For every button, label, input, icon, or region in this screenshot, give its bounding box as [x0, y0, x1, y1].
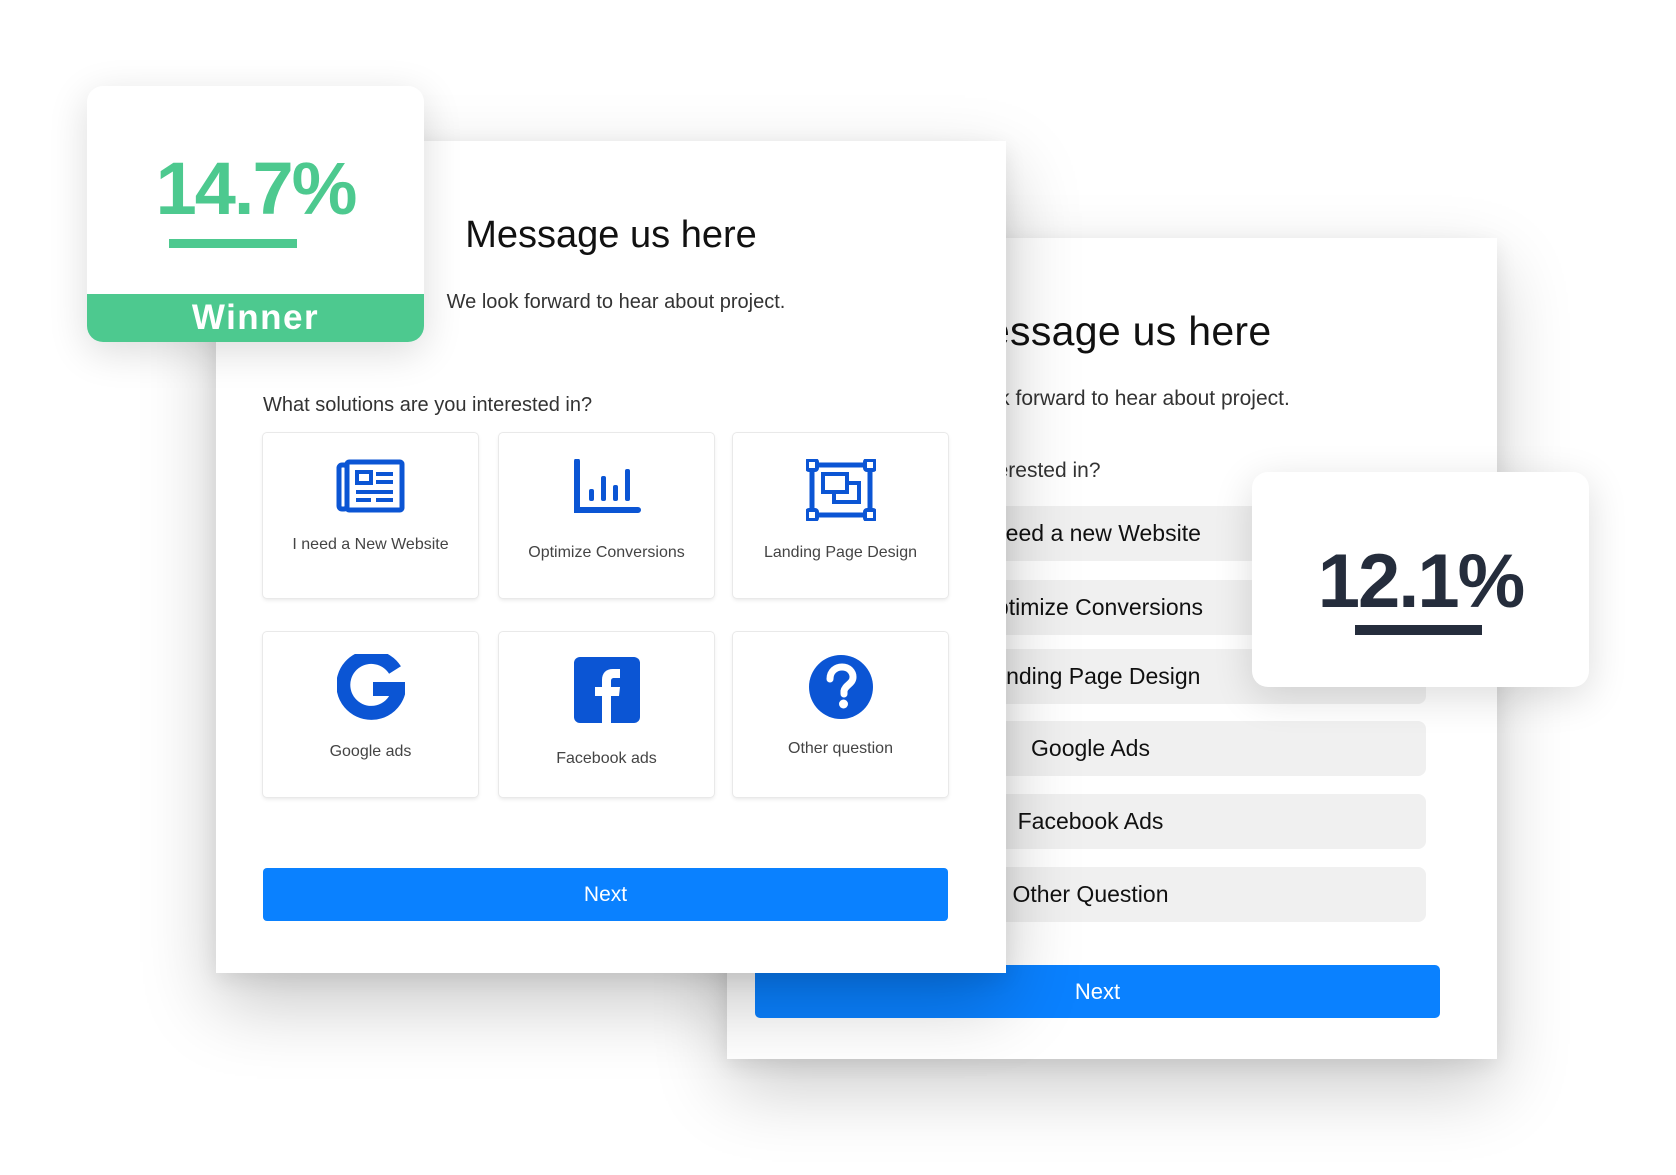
question-circle-icon	[733, 654, 948, 724]
winner-badge: Winner	[87, 294, 424, 342]
option-label: Landing Page Design	[980, 663, 1201, 689]
google-icon	[263, 654, 478, 724]
option-label: Other Question	[1012, 881, 1169, 907]
facebook-icon	[499, 656, 714, 726]
variant-b-result-card: 12.1%	[1252, 472, 1589, 687]
newspaper-icon	[263, 459, 478, 529]
conversion-rate: 14.7%	[155, 147, 358, 230]
layout-frame-icon	[733, 459, 948, 529]
tile-label: Google ads	[329, 743, 412, 760]
conversion-rate: 12.1%	[1317, 539, 1526, 624]
bar-chart-icon	[499, 459, 714, 529]
tile-facebook-ads[interactable]: Facebook ads	[499, 632, 714, 797]
tile-label: I need a New Website	[292, 536, 449, 553]
tile-new-website[interactable]: I need a New Website	[263, 433, 478, 598]
tile-google-ads[interactable]: Google ads	[263, 632, 478, 797]
tile-label: Landing Page Design	[763, 544, 917, 561]
underline-accent	[169, 239, 297, 248]
option-label: Optimize Conversions	[978, 594, 1203, 620]
tile-label: Facebook ads	[556, 750, 657, 767]
variant-a-result-card: 14.7% Winner	[87, 86, 424, 342]
question-label: What solutions are you interested in?	[263, 394, 593, 416]
tile-label: Optimize Conversions	[528, 544, 685, 561]
option-label: Facebook Ads	[1017, 808, 1164, 834]
tile-optimize-conversions[interactable]: Optimize Conversions	[499, 433, 714, 598]
underline-accent	[1355, 625, 1482, 635]
option-label: Google Ads	[1031, 735, 1150, 761]
tile-label: Other question	[788, 740, 893, 757]
tile-landing-page-design[interactable]: Landing Page Design	[733, 433, 948, 598]
tile-other-question[interactable]: Other question	[733, 632, 948, 797]
next-button[interactable]: Next	[263, 868, 948, 921]
option-label: I need a new Website	[980, 520, 1201, 546]
